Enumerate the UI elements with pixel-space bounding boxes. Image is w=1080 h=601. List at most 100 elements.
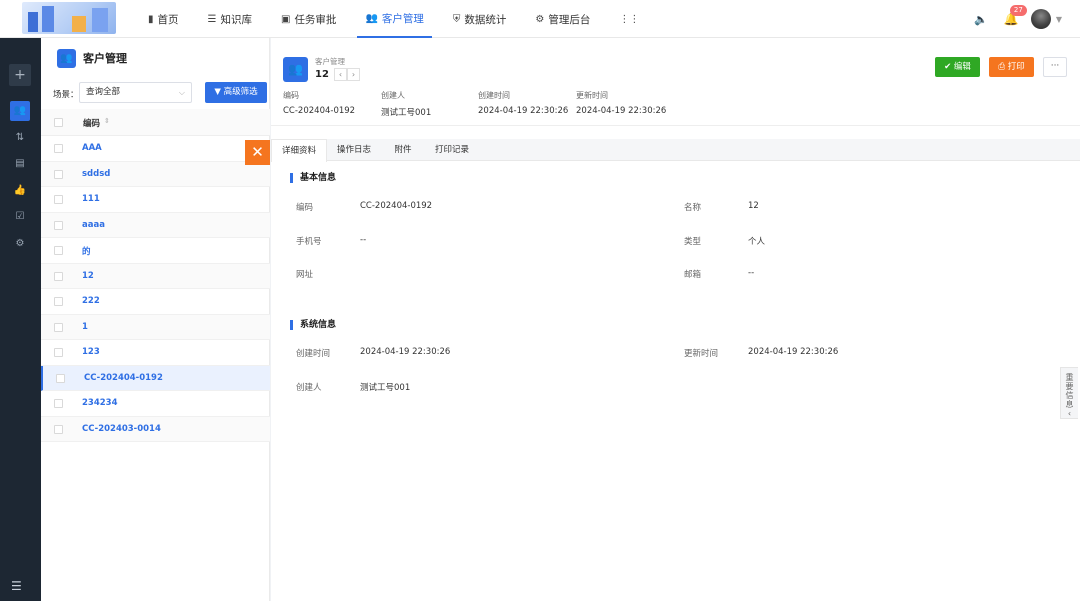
customer-code-link[interactable]: 234234 bbox=[82, 398, 118, 408]
row-checkbox[interactable] bbox=[54, 348, 63, 357]
next-record-icon[interactable]: › bbox=[347, 68, 360, 81]
field-value-phone: -- bbox=[360, 235, 367, 245]
list-item[interactable]: 的 bbox=[41, 238, 270, 264]
list-item[interactable]: 1 bbox=[41, 314, 270, 340]
row-checkbox[interactable] bbox=[54, 144, 63, 153]
customer-code-link[interactable]: 123 bbox=[82, 347, 100, 357]
tab-details[interactable]: 详细资料 bbox=[271, 139, 327, 162]
top-right-tools: 🔈 🔔 27 ▼ bbox=[974, 0, 1062, 38]
nav-item-admin[interactable]: ⚙ 管理后台 bbox=[527, 0, 598, 38]
calendar-check-icon[interactable]: ☑ bbox=[10, 207, 30, 227]
avatar[interactable] bbox=[1030, 9, 1051, 29]
prev-record-icon[interactable]: ‹ bbox=[334, 68, 347, 81]
customer-code-link[interactable]: CC-202403-0014 bbox=[82, 424, 161, 434]
list-item[interactable]: 222 bbox=[41, 289, 270, 315]
important-info-side-tab[interactable]: 重要信息 ‹ bbox=[1060, 367, 1078, 419]
close-icon[interactable]: ✕ bbox=[245, 140, 270, 165]
customer-code-link[interactable]: 的 bbox=[82, 245, 91, 257]
advanced-filter-button[interactable]: ▼ 高级筛选 bbox=[205, 82, 267, 103]
row-checkbox[interactable] bbox=[54, 399, 63, 408]
meta-value: 2024-04-19 22:30:26 bbox=[478, 106, 569, 116]
customer-code-link[interactable]: aaaa bbox=[82, 220, 105, 230]
check-circle-icon: ✔ bbox=[944, 62, 954, 72]
meta-updated-time: 更新时间 2024-04-19 22:30:26 bbox=[576, 90, 666, 116]
column-header-code[interactable]: 编码 bbox=[83, 117, 100, 129]
thumbs-up-icon[interactable]: 👍 bbox=[10, 181, 30, 201]
meta-code: 编码 CC-202404-0192 bbox=[283, 90, 355, 116]
chevron-down-icon[interactable]: ▼ bbox=[1056, 15, 1062, 24]
shield-icon: ⛨ bbox=[452, 13, 461, 25]
row-checkbox[interactable] bbox=[54, 424, 63, 434]
logo[interactable] bbox=[22, 2, 116, 34]
list-item[interactable]: sddsd bbox=[41, 161, 270, 187]
list-rows: AAA sddsd 111 aaaa 的 12 222 1 123 CC-202404-0192 2… bbox=[41, 136, 270, 442]
row-checkbox[interactable] bbox=[54, 220, 63, 230]
left-sidebar: + 👥 ⇅ ▤ 👍 ☑ ⚙ ☰ bbox=[0, 38, 41, 601]
customer-code-link[interactable]: 222 bbox=[82, 296, 100, 306]
list-item[interactable]: aaaa bbox=[41, 212, 270, 238]
bell-icon[interactable]: 🔔 27 bbox=[1004, 5, 1027, 26]
row-checkbox[interactable] bbox=[54, 271, 63, 281]
customer-code-link[interactable]: CC-202404-0192 bbox=[84, 373, 163, 383]
scene-label: 场景： bbox=[53, 90, 79, 100]
list-item[interactable]: CC-202403-0014 bbox=[41, 416, 270, 442]
tab-operation-log[interactable]: 操作日志 bbox=[329, 139, 379, 161]
row-checkbox[interactable] bbox=[56, 373, 65, 383]
add-icon[interactable]: + bbox=[9, 64, 31, 86]
nav-item-task-approval[interactable]: ▣ 任务审批 bbox=[273, 0, 344, 38]
customer-code-link[interactable]: AAA bbox=[82, 143, 102, 153]
list-item[interactable]: 111 bbox=[41, 187, 270, 213]
customer-code-link[interactable]: sddsd bbox=[82, 169, 110, 179]
row-checkbox[interactable] bbox=[54, 169, 63, 179]
speaker-icon[interactable]: 🔈 bbox=[974, 13, 988, 26]
field-label-creator: 创建人 bbox=[296, 383, 322, 393]
gear-icon: ⚙ bbox=[535, 13, 545, 25]
nav-item-label: 知识库 bbox=[220, 13, 252, 26]
select-all-checkbox[interactable] bbox=[54, 118, 63, 127]
meta-value: CC-202404-0192 bbox=[283, 106, 356, 116]
field-label-name: 名称 bbox=[684, 203, 702, 213]
row-checkbox[interactable] bbox=[54, 246, 63, 255]
edit-button[interactable]: ✔ 编辑 bbox=[935, 57, 980, 77]
tab-attachments[interactable]: 附件 bbox=[385, 139, 421, 161]
document-icon[interactable]: ▤ bbox=[10, 154, 30, 174]
list-item[interactable]: CC-202404-0192 bbox=[41, 365, 270, 391]
print-button[interactable]: ⎙ 打印 bbox=[989, 57, 1034, 77]
row-checkbox[interactable] bbox=[54, 195, 63, 204]
more-button[interactable]: ··· bbox=[1043, 57, 1067, 77]
field-value-email: -- bbox=[748, 268, 755, 278]
detail-tabs: 详细资料 操作日志 附件 打印记录 bbox=[271, 139, 1080, 162]
row-checkbox[interactable] bbox=[54, 297, 63, 306]
row-checkbox[interactable] bbox=[54, 322, 63, 332]
field-label-code: 编码 bbox=[296, 203, 314, 213]
list-title-text: 客户管理 bbox=[83, 52, 127, 65]
field-label-website: 网址 bbox=[296, 270, 314, 280]
nav-item-data-statistics[interactable]: ⛨ 数据统计 bbox=[445, 0, 515, 38]
nav-item-knowledge-base[interactable]: ☰ 知识库 bbox=[200, 0, 260, 38]
customer-icon[interactable]: 👥 bbox=[10, 101, 30, 121]
list-item[interactable]: 234234 bbox=[41, 391, 270, 417]
nav-item-label: 数据统计 bbox=[464, 13, 507, 26]
nav-item-apps-grid[interactable]: ⋮⋮ bbox=[611, 0, 651, 38]
scene-select[interactable]: 查询全部 ⌵ bbox=[79, 82, 192, 103]
field-label-email: 邮箱 bbox=[684, 270, 702, 280]
meta-key: 创建时间 bbox=[478, 91, 510, 100]
list-item[interactable]: 12 bbox=[41, 263, 270, 289]
customer-code-link[interactable]: 1 bbox=[82, 322, 88, 332]
list-item[interactable]: AAA bbox=[41, 136, 270, 162]
field-value-code: CC-202404-0192 bbox=[360, 201, 433, 211]
settings-icon[interactable]: ⚙ bbox=[10, 234, 30, 254]
list-icon: ☰ bbox=[207, 13, 217, 25]
detail-header: 👥 客户管理 12 ‹ › 编码 CC-202404-0192 创建人 测试工号… bbox=[271, 38, 1080, 126]
tab-print-records[interactable]: 打印记录 bbox=[427, 139, 477, 161]
nav-item-customer-management[interactable]: 👥 客户管理 bbox=[357, 0, 432, 38]
nav-item-home[interactable]: ▮ 首页 bbox=[140, 0, 187, 38]
sort-icon[interactable]: ⇅ bbox=[10, 128, 30, 148]
sort-icon[interactable]: ⇕ bbox=[104, 117, 110, 125]
list-item[interactable]: 123 bbox=[41, 340, 270, 366]
menu-toggle-icon[interactable]: ☰ bbox=[11, 579, 22, 593]
customer-code-link[interactable]: 12 bbox=[82, 271, 94, 281]
customer-code-link[interactable]: 111 bbox=[82, 194, 100, 204]
customer-list-panel: 👥 客户管理 场景： 查询全部 ⌵ ▼ 高级筛选 编码 ⇕ AAA sddsd 11… bbox=[41, 38, 270, 601]
main-nav: ▮ 首页 ☰ 知识库 ▣ 任务审批 👥 客户管理 ⛨ 数据统计 ⚙ 管理后台 ⋮… bbox=[140, 0, 664, 38]
